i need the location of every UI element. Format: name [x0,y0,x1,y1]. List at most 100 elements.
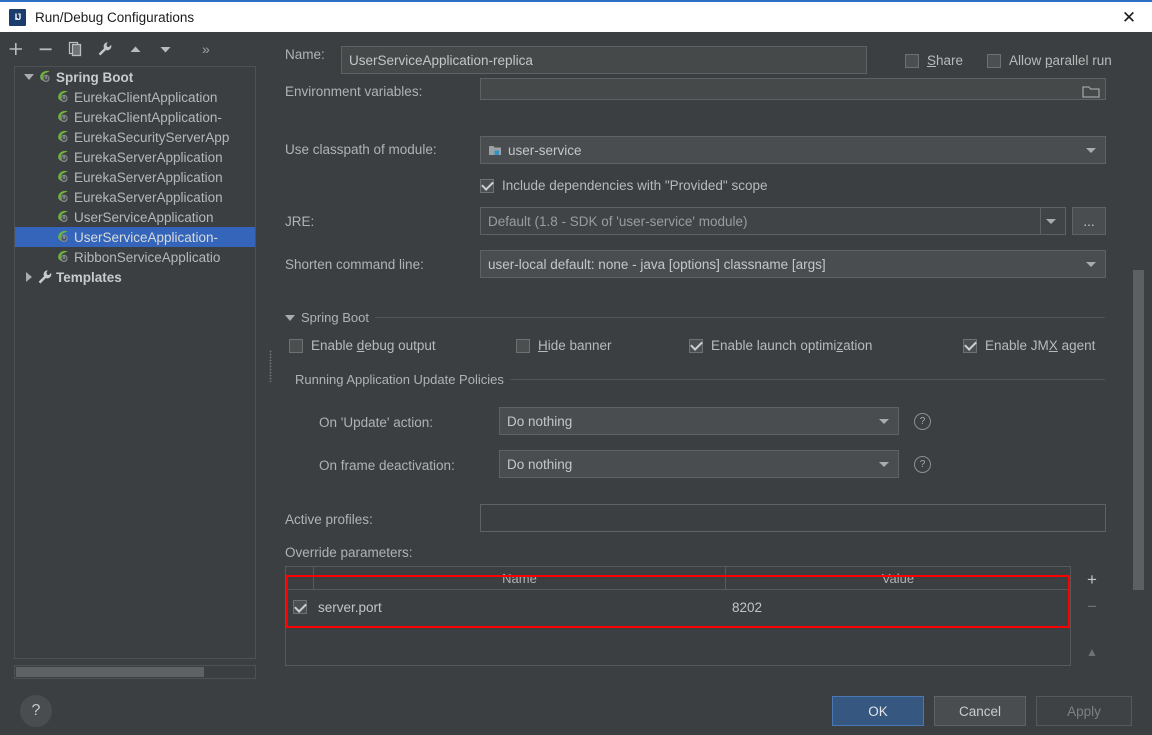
remove-configuration-button[interactable] [30,35,60,63]
tree-toolbar: » [0,32,270,66]
allow-parallel-run-checkbox-box[interactable] [987,54,1001,68]
move-parameter-up-button[interactable]: ▲ [1078,639,1106,666]
include-provided-scope-checkbox-box[interactable] [480,179,494,193]
table-header-name[interactable]: Name [314,567,726,589]
ok-button[interactable]: OK [832,696,924,726]
table-row[interactable]: server.port 8202 [286,590,1070,624]
on-frame-deactivation-row: On frame deactivation: [319,458,455,473]
include-provided-scope-checkbox[interactable]: Include dependencies with "Provided" sco… [480,178,768,193]
on-update-action-row: On 'Update' action: [319,415,433,430]
classpath-module-combo[interactable]: user-service [480,136,1106,164]
on-frame-deactivation-combo[interactable]: Do nothing [499,450,899,478]
env-vars-row: Environment variables: [285,84,422,99]
section-divider [510,379,1105,380]
tree-item-eurekasecurityserverapplication[interactable]: EurekaSecurityServerApp [15,127,256,147]
module-icon [488,143,502,157]
share-checkbox-box[interactable] [905,54,919,68]
add-configuration-button[interactable] [0,35,30,63]
shorten-command-line-value: user-local default: none - java [options… [488,257,826,272]
enable-jmx-agent-checkbox[interactable]: Enable JMX agent [963,338,1095,353]
shorten-command-line-combo[interactable]: user-local default: none - java [options… [480,250,1106,278]
form-vertical-scrollbar[interactable] [1133,120,1144,687]
on-frame-deactivation-help-icon[interactable]: ? [914,456,931,473]
active-profiles-label: Active profiles: [285,512,373,527]
on-update-action-combo[interactable]: Do nothing [499,407,899,435]
env-vars-input[interactable] [480,78,1106,100]
chevron-down-icon[interactable] [879,419,889,424]
spring-boot-icon [55,89,71,105]
table-header-row: Name Value [286,567,1070,590]
active-profiles-input[interactable] [480,504,1106,532]
configurations-panel: » Spring Boot [0,32,270,687]
row-enabled-cell[interactable] [286,600,314,614]
tree-item-eurekaserverapplication-2[interactable]: EurekaServerApplication [15,167,256,187]
tree-group-spring-boot[interactable]: Spring Boot [15,67,256,87]
panel-splitter[interactable] [268,32,273,687]
arrow-down-icon[interactable] [150,35,180,63]
spring-boot-icon [55,129,71,145]
copy-icon[interactable] [60,35,90,63]
override-parameters-table[interactable]: Name Value server.port 8202 [285,566,1071,666]
name-row: Name: [285,47,325,62]
enable-debug-output-checkbox-box[interactable] [289,339,303,353]
active-profiles-row: Active profiles: [285,512,373,527]
jre-browse-button[interactable]: ... [1072,207,1106,235]
table-side-buttons: + − ▲ [1078,566,1106,666]
chevron-down-icon[interactable] [1086,148,1096,153]
apply-button[interactable]: Apply [1036,696,1132,726]
tree-item-eurekaclientapplication-2[interactable]: EurekaClientApplication- [15,107,256,127]
chevron-down-icon[interactable] [285,315,295,321]
tree-item-label: EurekaClientApplication- [74,110,222,125]
tree-item-eurekaserverapplication-1[interactable]: EurekaServerApplication [15,147,256,167]
on-update-action-help-icon[interactable]: ? [914,413,931,430]
enable-launch-optimization-checkbox[interactable]: Enable launch optimization [689,338,872,353]
enable-debug-output-checkbox[interactable]: Enable debug output [289,338,436,353]
enable-launch-optimization-checkbox-box[interactable] [689,339,703,353]
on-update-action-label: On 'Update' action: [319,415,433,430]
table-header-value[interactable]: Value [726,567,1070,589]
tree-item-label: EurekaServerApplication [74,190,223,205]
remove-parameter-button[interactable]: − [1078,593,1106,620]
name-input[interactable]: UserServiceApplication-replica [341,46,867,74]
tree-item-label: UserServiceApplication [74,210,214,225]
allow-parallel-run-checkbox[interactable]: Allow parallel run [987,53,1112,68]
enable-jmx-agent-checkbox-box[interactable] [963,339,977,353]
close-icon[interactable]: ✕ [1106,2,1152,32]
splitter-grip[interactable] [269,350,272,382]
folder-browse-icon[interactable] [1082,84,1100,101]
spring-boot-icon [55,229,71,245]
arrow-up-icon[interactable] [120,35,150,63]
tree-item-eurekaclientapplication[interactable]: EurekaClientApplication [15,87,256,107]
jre-combo[interactable]: Default (1.8 - SDK of 'user-service' mod… [480,207,1066,235]
spring-boot-icon [55,209,71,225]
help-button[interactable]: ? [20,695,52,727]
spring-boot-icon [55,249,71,265]
spring-boot-icon [55,149,71,165]
share-checkbox[interactable]: Share [905,53,963,68]
tree-group-templates[interactable]: Templates [15,267,256,287]
toolbar-overflow-button[interactable]: » [202,41,209,57]
tree-item-userserviceapplication-replica[interactable]: UserServiceApplication- [15,227,256,247]
spring-boot-section-header[interactable]: Spring Boot [285,310,1105,325]
tree-item-eurekaserverapplication-3[interactable]: EurekaServerApplication [15,187,256,207]
hide-banner-checkbox-box[interactable] [516,339,530,353]
row-enabled-checkbox[interactable] [293,600,307,614]
cancel-button[interactable]: Cancel [934,696,1026,726]
row-name-cell[interactable]: server.port [314,600,726,615]
tree-item-label: UserServiceApplication- [74,230,218,245]
chevron-right-icon[interactable] [21,269,37,285]
chevron-down-icon[interactable] [1086,262,1096,267]
wrench-icon[interactable] [90,35,120,63]
chevron-down-icon[interactable] [21,69,37,85]
tree-horizontal-scrollbar[interactable] [14,665,256,679]
configurations-tree[interactable]: Spring Boot EurekaClientApplication Eure… [14,66,256,659]
allow-parallel-run-label: Allow parallel run [1009,53,1112,68]
on-frame-deactivation-value: Do nothing [507,457,572,472]
chevron-down-icon[interactable] [879,462,889,467]
add-parameter-button[interactable]: + [1078,566,1106,593]
chevron-down-icon[interactable] [1046,219,1056,224]
row-value-cell[interactable]: 8202 [726,600,1070,615]
tree-item-ribbonserviceapplication[interactable]: RibbonServiceApplicatio [15,247,256,267]
hide-banner-checkbox[interactable]: Hide banner [516,338,612,353]
tree-item-userserviceapplication[interactable]: UserServiceApplication [15,207,256,227]
